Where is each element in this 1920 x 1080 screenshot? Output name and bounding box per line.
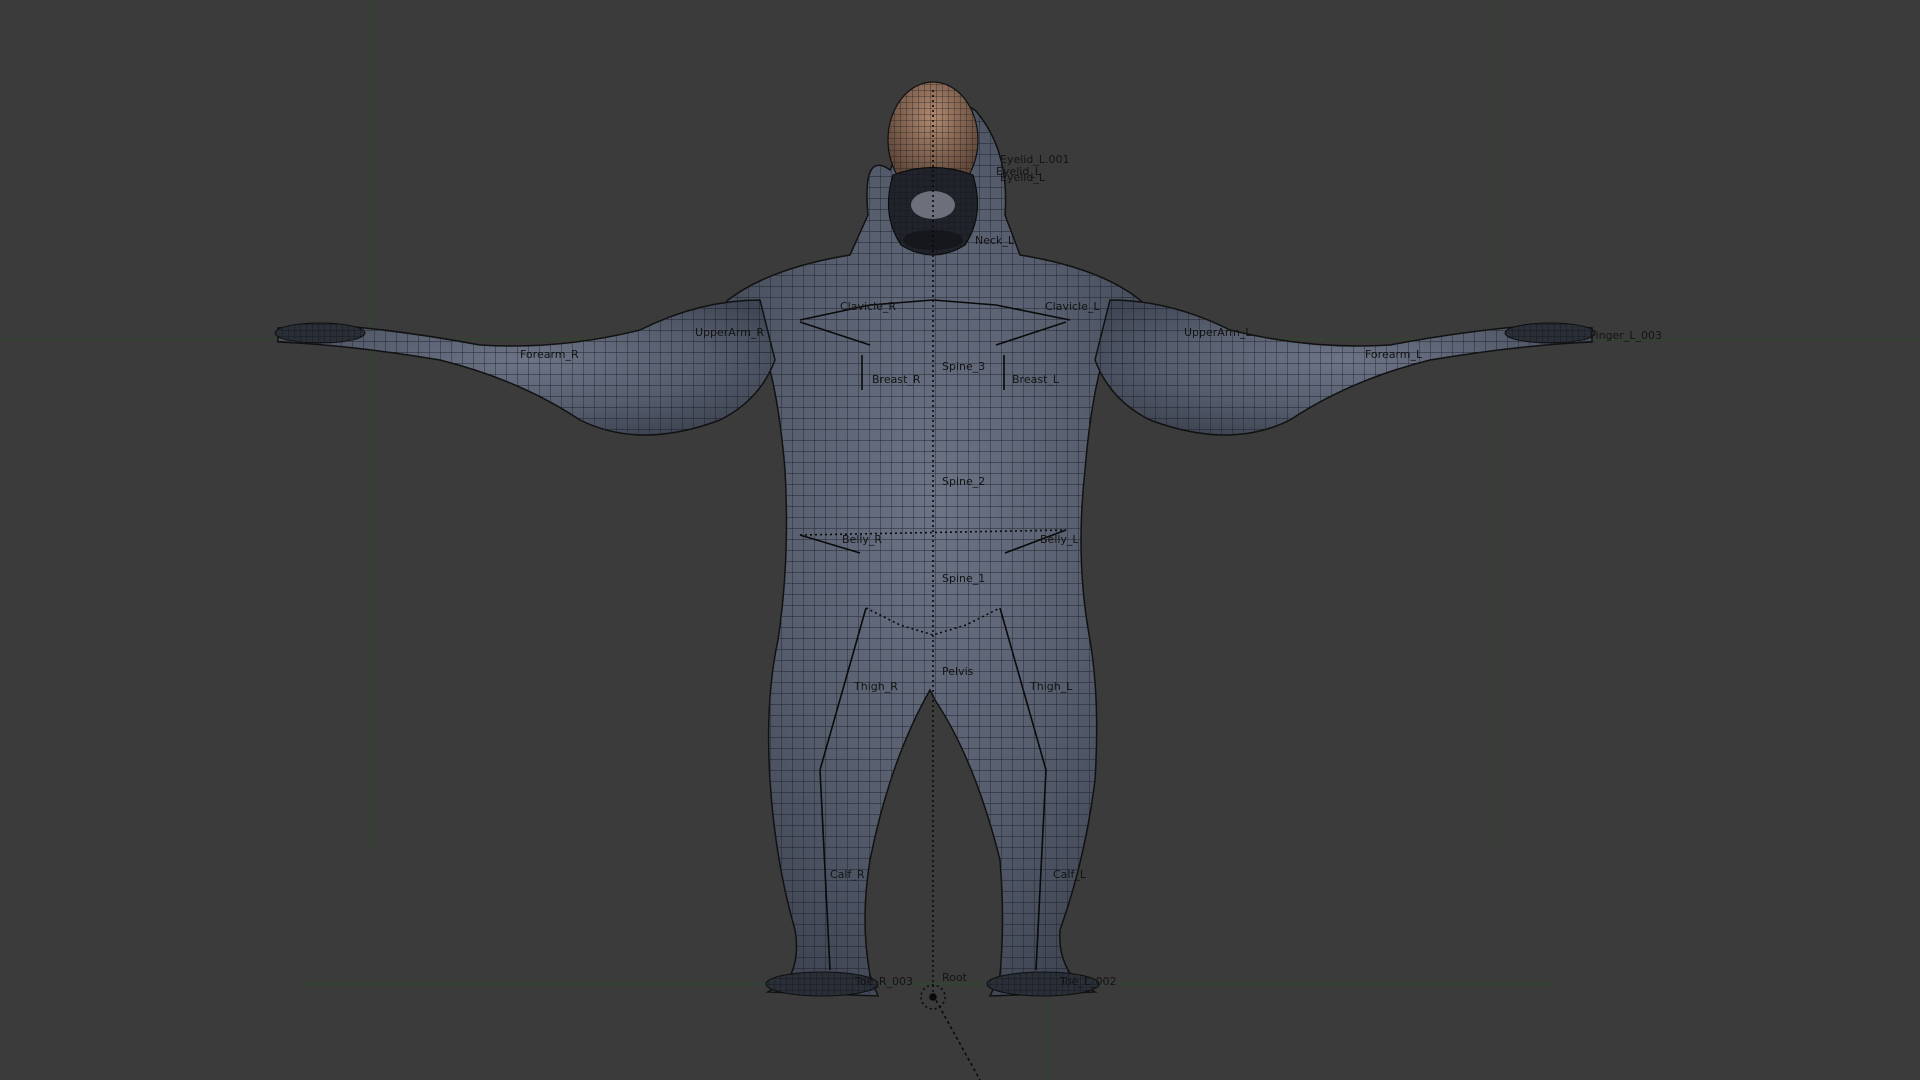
bone-label: Neck_L [975, 234, 1015, 247]
bone-label: Calf_L [1053, 868, 1087, 881]
bone-label: Spine_1 [942, 572, 985, 585]
bone-label: Belly_R [842, 533, 882, 546]
bone-label: Pelvis [942, 665, 974, 678]
bone-label: Eyelid_L [1000, 171, 1046, 184]
bone-label: Finger_L_003 [1590, 329, 1662, 342]
bone-label: UpperArm_R [695, 326, 764, 339]
bone-label: Thigh_L [1029, 680, 1073, 693]
bone-label: Root [942, 971, 968, 984]
bone-label: Thigh_R [853, 680, 898, 693]
bone-label: Clavicle_L [1045, 300, 1100, 313]
bone-label: Forearm_L [1365, 348, 1423, 361]
bone-label: Spine_2 [942, 475, 985, 488]
bone-label: UpperArm_L [1184, 326, 1252, 339]
bone-label: Calf_R [830, 868, 865, 881]
bone-label: Spine_3 [942, 360, 985, 373]
bone-label: Forearm_R [520, 348, 579, 361]
bone-label: Breast_R [872, 373, 921, 386]
bone-label: Toe_L_002 [1059, 975, 1116, 988]
gorilla-mesh[interactable] [274, 81, 1596, 997]
bone-label: Breast_L [1012, 373, 1060, 386]
bone-label: Belly_L [1040, 533, 1079, 546]
3d-viewport[interactable]: Eyelid_L.001 Eyelid_L Eyelid_L Neck_L Cl… [0, 0, 1920, 1080]
bone-label: Clavicle_R [840, 300, 896, 313]
scene-canvas[interactable]: Eyelid_L.001 Eyelid_L Eyelid_L Neck_L Cl… [0, 0, 1920, 1080]
bone-label: Toe_R_003 [854, 975, 913, 988]
